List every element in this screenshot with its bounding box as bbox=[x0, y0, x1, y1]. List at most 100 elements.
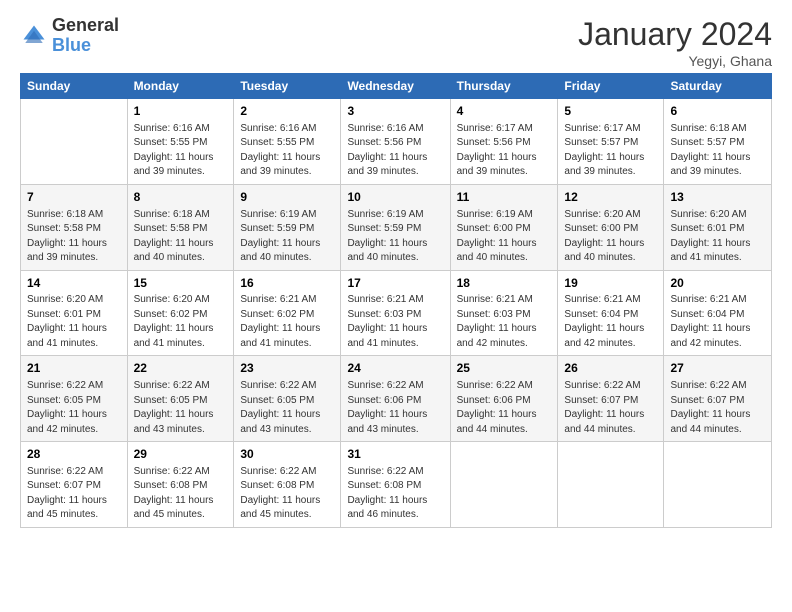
col-thursday: Thursday bbox=[450, 74, 558, 99]
day-info: Sunrise: 6:20 AM Sunset: 6:01 PM Dayligh… bbox=[27, 293, 121, 351]
logo-blue: Blue bbox=[52, 35, 91, 55]
day-number: 21 bbox=[27, 360, 121, 377]
calendar-cell: 20Sunrise: 6:21 AM Sunset: 6:04 PM Dayli… bbox=[664, 270, 772, 356]
day-number: 24 bbox=[347, 360, 443, 377]
col-monday: Monday bbox=[127, 74, 234, 99]
day-info: Sunrise: 6:21 AM Sunset: 6:04 PM Dayligh… bbox=[670, 293, 765, 351]
calendar-cell: 2Sunrise: 6:16 AM Sunset: 5:55 PM Daylig… bbox=[234, 99, 341, 185]
day-info: Sunrise: 6:22 AM Sunset: 6:07 PM Dayligh… bbox=[564, 379, 657, 437]
col-saturday: Saturday bbox=[664, 74, 772, 99]
title-area: January 2024 Yegyi, Ghana bbox=[578, 16, 772, 69]
col-tuesday: Tuesday bbox=[234, 74, 341, 99]
col-friday: Friday bbox=[558, 74, 664, 99]
day-number: 1 bbox=[134, 103, 228, 120]
header: General Blue January 2024 Yegyi, Ghana bbox=[20, 16, 772, 69]
calendar-cell: 11 Sunrise: 6:19 AM Sunset: 6:00 PM Dayli… bbox=[450, 184, 558, 270]
day-info: Sunrise: 6:19 AM Sunset: 6:00 PM Dayligh… bbox=[457, 208, 552, 266]
day-info: Sunrise: 6:16 AM Sunset: 5:55 PM Dayligh… bbox=[134, 122, 228, 180]
week-row-4: 28 Sunrise: 6:22 AM Sunset: 6:07 PM Dayli… bbox=[21, 442, 772, 528]
calendar-cell: 4Sunrise: 6:17 AM Sunset: 5:56 PM Daylig… bbox=[450, 99, 558, 185]
day-info: Sunrise: 6:19 AM Sunset: 5:59 PM Dayligh… bbox=[347, 208, 443, 266]
day-number: 19 bbox=[564, 275, 657, 292]
day-info: Sunrise: 6:22 AM Sunset: 6:05 PM Dayligh… bbox=[27, 379, 121, 437]
col-wednesday: Wednesday bbox=[341, 74, 450, 99]
calendar-cell: 7 Sunrise: 6:18 AM Sunset: 5:58 PM Daylig… bbox=[21, 184, 128, 270]
day-number: 6 bbox=[670, 103, 765, 120]
day-info: Sunrise: 6:19 AM Sunset: 5:59 PM Dayligh… bbox=[240, 208, 334, 266]
day-info: Sunrise: 6:16 AM Sunset: 5:56 PM Dayligh… bbox=[347, 122, 443, 180]
week-row-0: 1 Sunrise: 6:16 AM Sunset: 5:55 PM Daylig… bbox=[21, 99, 772, 185]
day-info: Sunrise: 6:22 AM Sunset: 6:06 PM Dayligh… bbox=[347, 379, 443, 437]
day-number: 5 bbox=[564, 103, 657, 120]
day-info: Sunrise: 6:20 AM Sunset: 6:00 PM Dayligh… bbox=[564, 208, 657, 266]
day-number: 23 bbox=[240, 360, 334, 377]
day-info: Sunrise: 6:20 AM Sunset: 6:02 PM Dayligh… bbox=[134, 293, 228, 351]
calendar-header: Sunday Monday Tuesday Wednesday Thursday… bbox=[21, 74, 772, 99]
logo-icon bbox=[20, 22, 48, 50]
day-info: Sunrise: 6:21 AM Sunset: 6:04 PM Dayligh… bbox=[564, 293, 657, 351]
location: Yegyi, Ghana bbox=[578, 53, 772, 69]
day-info: Sunrise: 6:21 AM Sunset: 6:02 PM Dayligh… bbox=[240, 293, 334, 351]
calendar-cell bbox=[558, 442, 664, 528]
calendar-cell: 8 Sunrise: 6:18 AM Sunset: 5:58 PM Daylig… bbox=[127, 184, 234, 270]
calendar-cell: 30 Sunrise: 6:22 AM Sunset: 6:08 PM Dayli… bbox=[234, 442, 341, 528]
day-number: 7 bbox=[27, 189, 121, 206]
day-info: Sunrise: 6:22 AM Sunset: 6:05 PM Dayligh… bbox=[240, 379, 334, 437]
calendar-cell: 25Sunrise: 6:22 AM Sunset: 6:06 PM Dayli… bbox=[450, 356, 558, 442]
day-info: Sunrise: 6:22 AM Sunset: 6:07 PM Dayligh… bbox=[27, 465, 121, 523]
day-number: 14 bbox=[27, 275, 121, 292]
day-number: 16 bbox=[240, 275, 334, 292]
day-info: Sunrise: 6:22 AM Sunset: 6:08 PM Dayligh… bbox=[134, 465, 228, 523]
calendar-cell bbox=[21, 99, 128, 185]
main-container: General Blue January 2024 Yegyi, Ghana S… bbox=[0, 0, 792, 538]
calendar-cell: 17Sunrise: 6:21 AM Sunset: 6:03 PM Dayli… bbox=[341, 270, 450, 356]
calendar-cell: 22Sunrise: 6:22 AM Sunset: 6:05 PM Dayli… bbox=[127, 356, 234, 442]
day-number: 27 bbox=[670, 360, 765, 377]
col-sunday: Sunday bbox=[21, 74, 128, 99]
day-number: 2 bbox=[240, 103, 334, 120]
calendar-cell: 6 Sunrise: 6:18 AM Sunset: 5:57 PM Daylig… bbox=[664, 99, 772, 185]
calendar-cell: 26Sunrise: 6:22 AM Sunset: 6:07 PM Dayli… bbox=[558, 356, 664, 442]
day-info: Sunrise: 6:18 AM Sunset: 5:57 PM Dayligh… bbox=[670, 122, 765, 180]
day-number: 15 bbox=[134, 275, 228, 292]
day-info: Sunrise: 6:18 AM Sunset: 5:58 PM Dayligh… bbox=[134, 208, 228, 266]
calendar-cell: 10 Sunrise: 6:19 AM Sunset: 5:59 PM Dayli… bbox=[341, 184, 450, 270]
day-number: 8 bbox=[134, 189, 228, 206]
calendar-body: 1 Sunrise: 6:16 AM Sunset: 5:55 PM Daylig… bbox=[21, 99, 772, 528]
day-info: Sunrise: 6:22 AM Sunset: 6:05 PM Dayligh… bbox=[134, 379, 228, 437]
day-number: 18 bbox=[457, 275, 552, 292]
day-number: 31 bbox=[347, 446, 443, 463]
calendar-cell: 14Sunrise: 6:20 AM Sunset: 6:01 PM Dayli… bbox=[21, 270, 128, 356]
day-number: 29 bbox=[134, 446, 228, 463]
calendar-cell: 24 Sunrise: 6:22 AM Sunset: 6:06 PM Dayli… bbox=[341, 356, 450, 442]
day-number: 10 bbox=[347, 189, 443, 206]
day-number: 11 bbox=[457, 189, 552, 206]
calendar-cell: 21 Sunrise: 6:22 AM Sunset: 6:05 PM Dayli… bbox=[21, 356, 128, 442]
day-info: Sunrise: 6:21 AM Sunset: 6:03 PM Dayligh… bbox=[457, 293, 552, 351]
day-number: 17 bbox=[347, 275, 443, 292]
week-row-3: 21 Sunrise: 6:22 AM Sunset: 6:05 PM Dayli… bbox=[21, 356, 772, 442]
calendar-cell: 23 Sunrise: 6:22 AM Sunset: 6:05 PM Dayli… bbox=[234, 356, 341, 442]
day-info: Sunrise: 6:18 AM Sunset: 5:58 PM Dayligh… bbox=[27, 208, 121, 266]
calendar-cell bbox=[450, 442, 558, 528]
calendar-cell: 12 Sunrise: 6:20 AM Sunset: 6:00 PM Dayli… bbox=[558, 184, 664, 270]
week-row-2: 14Sunrise: 6:20 AM Sunset: 6:01 PM Dayli… bbox=[21, 270, 772, 356]
calendar-cell: 31Sunrise: 6:22 AM Sunset: 6:08 PM Dayli… bbox=[341, 442, 450, 528]
day-number: 12 bbox=[564, 189, 657, 206]
calendar-table: Sunday Monday Tuesday Wednesday Thursday… bbox=[20, 73, 772, 528]
calendar-cell: 3Sunrise: 6:16 AM Sunset: 5:56 PM Daylig… bbox=[341, 99, 450, 185]
day-number: 30 bbox=[240, 446, 334, 463]
day-number: 28 bbox=[27, 446, 121, 463]
calendar-cell: 15Sunrise: 6:20 AM Sunset: 6:02 PM Dayli… bbox=[127, 270, 234, 356]
calendar-cell: 27 Sunrise: 6:22 AM Sunset: 6:07 PM Dayli… bbox=[664, 356, 772, 442]
day-info: Sunrise: 6:17 AM Sunset: 5:57 PM Dayligh… bbox=[564, 122, 657, 180]
calendar-cell: 1 Sunrise: 6:16 AM Sunset: 5:55 PM Daylig… bbox=[127, 99, 234, 185]
day-info: Sunrise: 6:20 AM Sunset: 6:01 PM Dayligh… bbox=[670, 208, 765, 266]
week-row-1: 7 Sunrise: 6:18 AM Sunset: 5:58 PM Daylig… bbox=[21, 184, 772, 270]
day-info: Sunrise: 6:21 AM Sunset: 6:03 PM Dayligh… bbox=[347, 293, 443, 351]
day-info: Sunrise: 6:22 AM Sunset: 6:08 PM Dayligh… bbox=[240, 465, 334, 523]
day-info: Sunrise: 6:22 AM Sunset: 6:07 PM Dayligh… bbox=[670, 379, 765, 437]
month-title: January 2024 bbox=[578, 16, 772, 53]
header-row: Sunday Monday Tuesday Wednesday Thursday… bbox=[21, 74, 772, 99]
day-number: 13 bbox=[670, 189, 765, 206]
